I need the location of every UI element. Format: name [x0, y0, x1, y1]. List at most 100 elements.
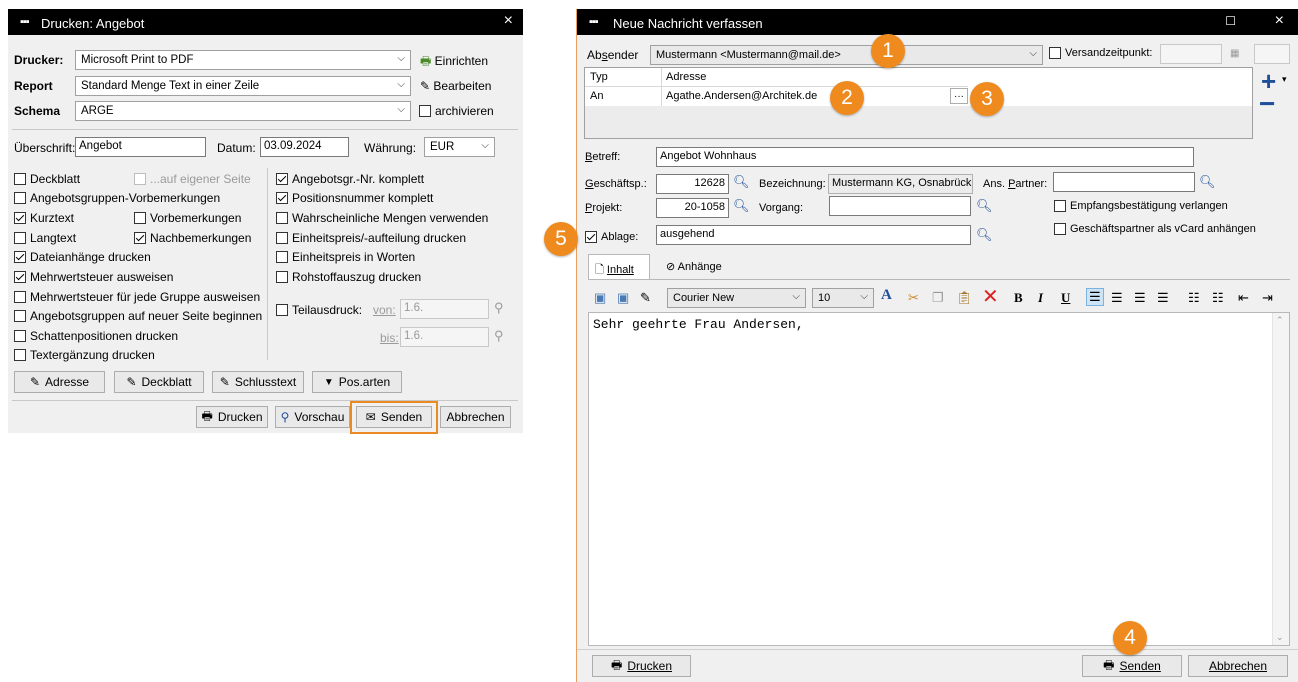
nachbemerkungen-checkbox[interactable]: Nachbemerkungen	[134, 231, 251, 245]
align-left-icon[interactable]: ☰	[1086, 288, 1104, 306]
font-color-icon[interactable]: A	[881, 287, 892, 304]
editor-scrollbar[interactable]: ⌃ ⌄	[1272, 313, 1289, 645]
angebotsgr-nr-checkbox[interactable]: Angebotsgr.-Nr. komplett	[276, 172, 424, 186]
positionsnummer-checkbox[interactable]: Positionsnummer komplett	[276, 191, 433, 205]
empfangsbestaetigung-checkbox[interactable]: Empfangsbestätigung verlangen	[1054, 200, 1228, 212]
schema-select[interactable]: ARGE ⌵	[75, 101, 411, 121]
scroll-up-icon[interactable]: ⌃	[1276, 315, 1284, 326]
von-field[interactable]: 1.6.	[400, 299, 489, 319]
insert-image-icon[interactable]: ▣	[594, 290, 606, 306]
close-icon[interactable]: ×	[504, 12, 513, 30]
footer-divider	[577, 649, 1298, 650]
rohstoffauszug-checkbox[interactable]: Rohstoffauszug drucken	[276, 270, 421, 284]
justify-icon[interactable]: ☰	[1157, 290, 1169, 306]
drucker-select[interactable]: Microsoft Print to PDF ⌵	[75, 50, 411, 70]
ablage-checkbox[interactable]: Ablage:	[585, 231, 638, 243]
cut-icon[interactable]: ✂	[908, 290, 919, 306]
waehrung-select[interactable]: EUR ⌵	[424, 137, 495, 157]
font-name-select[interactable]: Courier New ⌵	[667, 288, 806, 308]
indent-icon[interactable]: ⇥	[1262, 290, 1273, 306]
ueberschrift-field[interactable]: Angebot	[75, 137, 206, 157]
paste-icon[interactable]: 📋︎	[956, 290, 973, 306]
calendar-icon[interactable]: ▦	[1230, 48, 1239, 59]
align-right-icon[interactable]: ☰	[1134, 290, 1146, 306]
search-icon[interactable]: ⚲	[494, 328, 504, 344]
posarten-button[interactable]: ▼ Pos.arten	[312, 371, 402, 393]
tab-anhaenge[interactable]: ⊘ Anhänge	[654, 256, 740, 278]
textergaenzung-checkbox[interactable]: Textergänzung drucken	[14, 348, 155, 362]
dateianhaenge-checkbox[interactable]: Dateianhänge drucken	[14, 250, 151, 264]
bold-icon[interactable]: B	[1014, 290, 1023, 306]
vorgang-field[interactable]	[829, 196, 971, 216]
address-lookup-button[interactable]: ···	[950, 88, 968, 104]
archivieren-checkbox[interactable]: archivieren	[419, 104, 494, 118]
ablage-field[interactable]: ausgehend	[656, 225, 971, 245]
teilausdruck-checkbox[interactable]: Teilausdruck:	[276, 303, 362, 317]
numbered-list-icon[interactable]: ☷	[1212, 290, 1224, 306]
msg-drucken-button[interactable]: 🖶 Drucken	[592, 655, 691, 677]
datum-field[interactable]: 03.09.2024	[260, 137, 349, 157]
einheitspreis-aufteilung-checkbox[interactable]: Einheitspreis/-aufteilung drucken	[276, 231, 466, 245]
edit-icon[interactable]: ✎	[640, 290, 651, 306]
schlusstext-button[interactable]: ✎ Schlusstext	[212, 371, 304, 393]
ans-partner-field[interactable]	[1053, 172, 1195, 192]
betreff-field[interactable]: Angebot Wohnhaus	[656, 147, 1194, 167]
maximize-icon[interactable]: ☐	[1225, 14, 1236, 28]
search-icon[interactable]: 🔍︎	[976, 227, 993, 243]
insert-text-icon[interactable]: ▣	[617, 290, 629, 306]
einheitspreis-worte-checkbox[interactable]: Einheitspreis in Worten	[276, 250, 415, 264]
bearbeiten-button[interactable]: ✎ Bearbeiten	[420, 79, 491, 93]
tab-inhalt[interactable]: 🗋 Inhalt	[588, 254, 650, 280]
eigene-seite-checkbox[interactable]: ...auf eigener Seite	[134, 172, 251, 186]
dropdown-icon[interactable]: ▾	[1282, 74, 1287, 85]
kurztext-checkbox[interactable]: Kurztext	[14, 211, 74, 225]
time-field[interactable]	[1254, 44, 1290, 64]
scroll-down-icon[interactable]: ⌄	[1276, 632, 1284, 643]
vorbemerkungen-gruppen-checkbox[interactable]: Angebotsgruppen-Vorbemerkungen	[14, 191, 220, 205]
copy-icon[interactable]: ❐	[932, 290, 944, 306]
italic-icon[interactable]: I	[1038, 290, 1043, 306]
deckblatt-button[interactable]: ✎ Deckblatt	[114, 371, 204, 393]
langtext-checkbox[interactable]: Langtext	[14, 231, 76, 245]
search-icon[interactable]: 🔍︎	[1199, 174, 1216, 190]
search-icon[interactable]: 🔍︎	[976, 198, 993, 214]
delete-icon[interactable]: ✕	[982, 284, 999, 309]
close-icon[interactable]: ×	[1275, 12, 1284, 30]
drucken-button[interactable]: 🖶 Drucken	[196, 406, 268, 428]
search-icon[interactable]: 🔍︎	[733, 198, 750, 214]
mwst-gruppe-checkbox[interactable]: Mehrwertsteuer für jede Gruppe ausweisen	[14, 290, 260, 304]
font-size-select[interactable]: 10 ⌵	[812, 288, 874, 308]
geschaeftsp-field[interactable]: 12628	[656, 174, 729, 194]
bis-field[interactable]: 1.6.	[400, 327, 489, 347]
adresse-button[interactable]: ✎ Adresse	[14, 371, 105, 393]
vcard-checkbox[interactable]: Geschäftspartner als vCard anhängen	[1054, 223, 1256, 235]
search-icon[interactable]: 🔍︎	[733, 174, 750, 190]
versandzeitpunkt-checkbox[interactable]: Versandzeitpunkt:	[1049, 47, 1152, 59]
neue-seite-checkbox[interactable]: Angebotsgruppen auf neuer Seite beginnen	[14, 309, 262, 323]
vorschau-button[interactable]: ⚲ Vorschau	[275, 406, 350, 428]
vorbemerkungen-checkbox[interactable]: Vorbemerkungen	[134, 211, 241, 225]
message-editor[interactable]: Sehr geehrte Frau Andersen, ⌃ ⌄	[588, 312, 1290, 646]
deckblatt-checkbox[interactable]: Deckblatt	[14, 172, 80, 186]
typ-header: Typ	[590, 71, 608, 83]
mengen-checkbox[interactable]: Wahrscheinliche Mengen verwenden	[276, 211, 488, 225]
underline-icon[interactable]: U	[1061, 290, 1070, 306]
recipient-typ[interactable]: An	[590, 90, 603, 102]
report-select[interactable]: Standard Menge Text in einer Zeile ⌵	[75, 76, 411, 96]
recipient-adresse[interactable]: Agathe.Andersen@Architek.de	[666, 90, 817, 102]
outdent-icon[interactable]: ⇤	[1238, 290, 1249, 306]
editor-text: Sehr geehrte Frau Andersen,	[593, 317, 804, 332]
schattenpositionen-checkbox[interactable]: Schattenpositionen drucken	[14, 329, 178, 343]
absender-select[interactable]: Mustermann <Mustermann@mail.de> ⌵	[650, 45, 1043, 65]
msg-senden-button[interactable]: 🖶 Senden	[1082, 655, 1182, 677]
projekt-field[interactable]: 20-1058	[656, 198, 729, 218]
einrichten-button[interactable]: 🖶 Einrichten	[420, 52, 488, 73]
search-icon[interactable]: ⚲	[494, 300, 504, 316]
abbrechen-button[interactable]: Abbrechen	[440, 406, 511, 428]
remove-recipient-icon[interactable]: −	[1259, 88, 1275, 120]
bullet-list-icon[interactable]: ☷	[1188, 290, 1200, 306]
mwst-checkbox[interactable]: Mehrwertsteuer ausweisen	[14, 270, 173, 284]
versandzeitpunkt-field[interactable]	[1160, 44, 1222, 64]
align-center-icon[interactable]: ☰	[1111, 290, 1123, 306]
msg-abbrechen-button[interactable]: Abbrechen	[1188, 655, 1288, 677]
